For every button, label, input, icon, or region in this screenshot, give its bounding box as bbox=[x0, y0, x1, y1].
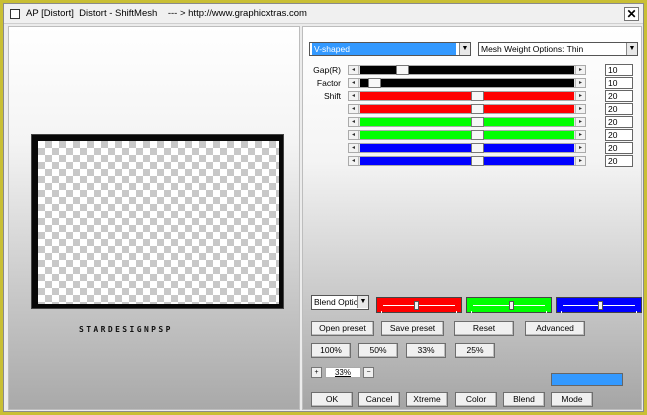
ok-button[interactable]: OK bbox=[311, 392, 353, 407]
mesh-weight-dropdown-value: Mesh Weight Options: Thin bbox=[481, 44, 584, 54]
slider-left-arrow-icon[interactable]: ◂ bbox=[349, 79, 359, 87]
zoom-100-button[interactable]: 100% bbox=[311, 343, 351, 358]
parameter-slider[interactable]: ◂ ▸ bbox=[348, 78, 586, 88]
slider-left-arrow-icon[interactable]: ◂ bbox=[349, 144, 359, 152]
slider-value-field[interactable]: 20 bbox=[605, 90, 633, 102]
mode-dropdown[interactable]: V-shaped ▼ bbox=[309, 42, 471, 56]
green-channel-slider[interactable] bbox=[466, 297, 552, 313]
slider-thumb[interactable] bbox=[471, 143, 484, 153]
blend-options-dropdown[interactable]: Blend Optic ▼ bbox=[311, 295, 369, 310]
parameter-slider[interactable]: ◂ ▸ bbox=[348, 156, 586, 166]
slider-track[interactable] bbox=[360, 117, 574, 127]
cancel-button[interactable]: Cancel bbox=[358, 392, 400, 407]
zoom-out-button[interactable]: − bbox=[363, 367, 374, 378]
slider-left-arrow-icon[interactable]: ◂ bbox=[349, 131, 359, 139]
slider-value-field[interactable]: 20 bbox=[605, 116, 633, 128]
slider-value-field[interactable]: 20 bbox=[605, 142, 633, 154]
zoom-level: 33% bbox=[325, 367, 361, 378]
slider-right-arrow-icon[interactable]: ▸ bbox=[575, 131, 585, 139]
dialog-window: AP [Distort] Distort - ShiftMesh --- > h… bbox=[3, 3, 644, 412]
chevron-down-icon: ▼ bbox=[626, 43, 637, 55]
slider-track[interactable] bbox=[360, 130, 574, 140]
open-preset-button[interactable]: Open preset bbox=[311, 321, 374, 336]
color-swatch[interactable] bbox=[551, 373, 623, 386]
blue-slider-thumb[interactable] bbox=[598, 301, 603, 310]
parameter-slider[interactable]: ◂ ▸ bbox=[348, 104, 586, 114]
xtreme-button[interactable]: Xtreme bbox=[406, 392, 448, 407]
slider-thumb[interactable] bbox=[471, 91, 484, 101]
slider-track[interactable] bbox=[360, 104, 574, 114]
slider-track[interactable] bbox=[360, 65, 574, 75]
green-slider-thumb[interactable] bbox=[509, 301, 514, 310]
preview-frame bbox=[31, 134, 284, 309]
red-channel-slider[interactable] bbox=[376, 297, 462, 313]
zoom-in-button[interactable]: + bbox=[311, 367, 322, 378]
blend-options-value: Blend Optic bbox=[314, 297, 358, 307]
mode-button[interactable]: Mode bbox=[551, 392, 593, 407]
slider-label: Gap(R) bbox=[313, 65, 341, 75]
advanced-button[interactable]: Advanced bbox=[525, 321, 585, 336]
slider-right-arrow-icon[interactable]: ▸ bbox=[575, 157, 585, 165]
mesh-weight-dropdown[interactable]: Mesh Weight Options: Thin ▼ bbox=[478, 42, 638, 56]
close-button[interactable]: ✕ bbox=[624, 7, 639, 21]
parameter-slider[interactable]: ◂ ▸ bbox=[348, 143, 586, 153]
slider-label: Factor bbox=[316, 78, 341, 88]
chevron-down-icon: ▼ bbox=[459, 43, 470, 55]
parameter-slider[interactable]: ◂ ▸ bbox=[348, 91, 586, 101]
slider-value-field[interactable]: 20 bbox=[605, 155, 633, 167]
save-preset-button[interactable]: Save preset bbox=[381, 321, 444, 336]
parameter-slider[interactable]: ◂ ▸ bbox=[348, 117, 586, 127]
watermark-text: STARDESIGNPSP bbox=[79, 325, 173, 334]
title-bar[interactable]: AP [Distort] Distort - ShiftMesh --- > h… bbox=[4, 4, 643, 24]
slider-right-arrow-icon[interactable]: ▸ bbox=[575, 79, 585, 87]
slider-thumb[interactable] bbox=[368, 78, 381, 88]
slider-left-arrow-icon[interactable]: ◂ bbox=[349, 118, 359, 126]
reset-button[interactable]: Reset bbox=[454, 321, 514, 336]
zoom-33-button[interactable]: 33% bbox=[406, 343, 446, 358]
slider-thumb[interactable] bbox=[471, 104, 484, 114]
slider-right-arrow-icon[interactable]: ▸ bbox=[575, 118, 585, 126]
slider-thumb[interactable] bbox=[471, 130, 484, 140]
chevron-down-icon: ▼ bbox=[357, 296, 368, 308]
slider-value-field[interactable]: 20 bbox=[605, 129, 633, 141]
blend-button[interactable]: Blend bbox=[503, 392, 545, 407]
mode-dropdown-value: V-shaped bbox=[312, 43, 456, 55]
slider-right-arrow-icon[interactable]: ▸ bbox=[575, 144, 585, 152]
slider-left-arrow-icon[interactable]: ◂ bbox=[349, 105, 359, 113]
preview-pane: STARDESIGNPSP bbox=[8, 26, 300, 410]
controls-pane: V-shaped ▼ Mesh Weight Options: Thin ▼ G… bbox=[302, 26, 642, 410]
slider-value-field[interactable]: 10 bbox=[605, 64, 633, 76]
slider-left-arrow-icon[interactable]: ◂ bbox=[349, 92, 359, 100]
slider-track[interactable] bbox=[360, 156, 574, 166]
slider-right-arrow-icon[interactable]: ▸ bbox=[575, 105, 585, 113]
slider-track[interactable] bbox=[360, 78, 574, 88]
preview-canvas[interactable] bbox=[38, 141, 279, 304]
slider-thumb[interactable] bbox=[471, 156, 484, 166]
window-title: AP [Distort] Distort - ShiftMesh --- > h… bbox=[26, 8, 307, 19]
slider-left-arrow-icon[interactable]: ◂ bbox=[349, 66, 359, 74]
app-icon bbox=[10, 9, 20, 19]
parameter-slider[interactable]: ◂ ▸ bbox=[348, 130, 586, 140]
slider-track[interactable] bbox=[360, 143, 574, 153]
zoom-25-button[interactable]: 25% bbox=[455, 343, 495, 358]
slider-thumb[interactable] bbox=[396, 65, 409, 75]
slider-right-arrow-icon[interactable]: ▸ bbox=[575, 66, 585, 74]
parameter-slider[interactable]: ◂ ▸ bbox=[348, 65, 586, 75]
zoom-50-button[interactable]: 50% bbox=[358, 343, 398, 358]
color-button[interactable]: Color bbox=[455, 392, 497, 407]
red-slider-thumb[interactable] bbox=[414, 301, 419, 310]
slider-track[interactable] bbox=[360, 91, 574, 101]
slider-right-arrow-icon[interactable]: ▸ bbox=[575, 92, 585, 100]
blue-channel-slider[interactable] bbox=[556, 297, 642, 313]
slider-label: Shift bbox=[323, 91, 341, 101]
slider-value-field[interactable]: 10 bbox=[605, 77, 633, 89]
slider-left-arrow-icon[interactable]: ◂ bbox=[349, 157, 359, 165]
slider-thumb[interactable] bbox=[471, 117, 484, 127]
slider-value-field[interactable]: 20 bbox=[605, 103, 633, 115]
